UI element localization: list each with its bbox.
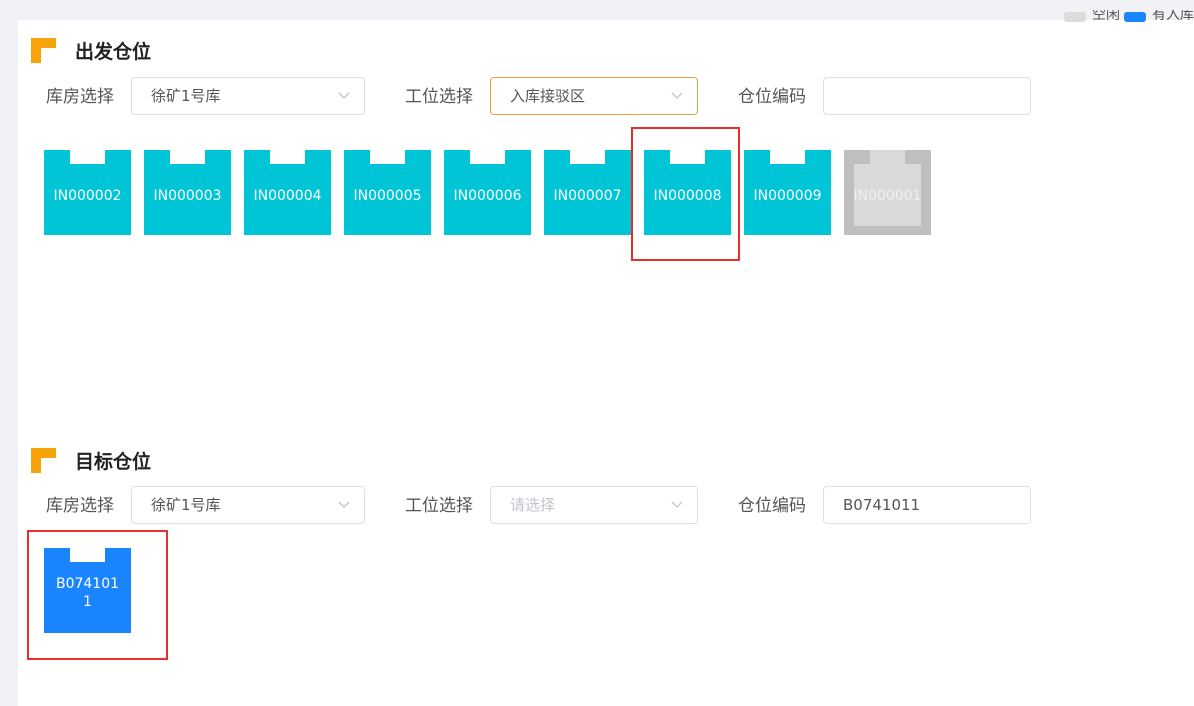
- slot-tile-selected[interactable]: B0741011: [44, 548, 131, 633]
- legend-swatch-idle: [1064, 12, 1086, 22]
- section-marker-icon: [31, 38, 56, 63]
- target-section-title: 目标仓位: [75, 451, 152, 473]
- page: 空闲 有入库 出发仓位 库房选择 徐矿1号库 工位选择 入库接驳区 仓位编码 I…: [18, 10, 1194, 706]
- source-filter-row: 库房选择 徐矿1号库 工位选择 入库接驳区 仓位编码: [18, 77, 1194, 117]
- slot-tile[interactable]: IN000006: [444, 150, 531, 235]
- legend-label-idle: 空闲: [1092, 10, 1120, 23]
- slot-code: IN000005: [353, 188, 422, 204]
- slot-code: IN000009: [753, 188, 822, 204]
- slot-code: IN000002: [53, 188, 122, 204]
- source-warehouse-label: 库房选择: [46, 87, 114, 107]
- source-station-value: 入库接驳区: [510, 87, 586, 105]
- slot-tile[interactable]: IN000004: [244, 150, 331, 235]
- source-section-title: 出发仓位: [75, 41, 152, 63]
- slot-code: IN000008: [653, 188, 722, 204]
- slot-tile[interactable]: IN000005: [344, 150, 431, 235]
- target-warehouse-value: 徐矿1号库: [151, 496, 221, 514]
- target-station-select[interactable]: 请选择: [490, 486, 698, 524]
- target-code-label: 仓位编码: [738, 496, 806, 516]
- target-section-header: 目标仓位: [31, 447, 151, 474]
- slot-code: B0741011: [55, 576, 120, 610]
- source-code-label: 仓位编码: [738, 87, 806, 107]
- slot-tile-disabled: IN000001: [844, 150, 931, 235]
- status-legend: 空闲 有入库: [1060, 10, 1194, 24]
- source-station-label: 工位选择: [405, 87, 473, 107]
- slot-tile[interactable]: IN000009: [744, 150, 831, 235]
- source-section-header: 出发仓位: [31, 37, 151, 64]
- target-filter-row: 库房选择 徐矿1号库 工位选择 请选择 仓位编码 B0741011: [18, 486, 1194, 526]
- source-code-input[interactable]: [823, 77, 1031, 115]
- slot-tile-selected[interactable]: IN000008: [644, 150, 731, 235]
- slot-tile[interactable]: IN000002: [44, 150, 131, 235]
- chevron-down-icon: [671, 92, 683, 99]
- target-warehouse-label: 库房选择: [46, 496, 114, 516]
- target-warehouse-select[interactable]: 徐矿1号库: [131, 486, 365, 524]
- slot-code: IN000004: [253, 188, 322, 204]
- chevron-down-icon: [671, 501, 683, 508]
- legend-swatch-inbound: [1124, 12, 1146, 22]
- target-station-placeholder: 请选择: [510, 496, 556, 514]
- slot-code: IN000003: [153, 188, 222, 204]
- slot-code: IN000006: [453, 188, 522, 204]
- slot-code: IN000007: [553, 188, 622, 204]
- target-code-input[interactable]: B0741011: [823, 486, 1031, 524]
- chevron-down-icon: [338, 92, 350, 99]
- source-warehouse-value: 徐矿1号库: [151, 87, 221, 105]
- slot-tile[interactable]: IN000007: [544, 150, 631, 235]
- source-station-select[interactable]: 入库接驳区: [490, 77, 698, 115]
- target-station-label: 工位选择: [405, 496, 473, 516]
- source-warehouse-select[interactable]: 徐矿1号库: [131, 77, 365, 115]
- slot-code: IN000001: [853, 188, 922, 204]
- slot-tile[interactable]: IN000003: [144, 150, 231, 235]
- target-code-value: B0741011: [843, 496, 921, 514]
- legend-label-inbound: 有入库: [1152, 10, 1194, 23]
- chevron-down-icon: [338, 501, 350, 508]
- section-marker-icon: [31, 448, 56, 473]
